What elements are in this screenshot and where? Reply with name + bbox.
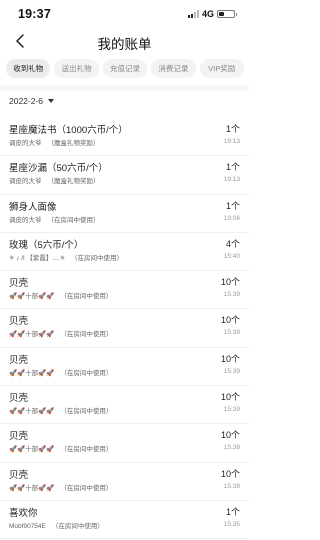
gift-note: （在房间中使用） xyxy=(60,408,113,416)
gift-source: 🚀🚀十部🚀🚀 （在房间中使用） xyxy=(9,328,112,338)
gift-name: 贝壳 xyxy=(9,431,29,443)
list-item[interactable]: 贝壳 🚀🚀十部🚀🚀 （在房间中使用） 10个 15:39 xyxy=(0,271,249,310)
list-item[interactable]: 喜欢你 Mobf90754E （在房间中使用） 1个 15:35 xyxy=(0,501,249,540)
gift-time: 19:06 xyxy=(223,214,240,222)
gift-note: （魔盒礼物奖励） xyxy=(47,140,100,147)
list-item[interactable]: 星座沙漏（50六币/个） 调皮的大爷 （魔盒礼物奖励） 1个 19:13 xyxy=(0,156,249,195)
list-item[interactable]: 星座魔法书（1000六币/个） 调皮的大爷 （魔盒礼物奖励） 1个 19:13 xyxy=(0,118,249,157)
gift-count: 10个 xyxy=(220,468,240,479)
gift-record-list: 星座魔法书（1000六币/个） 调皮的大爷 （魔盒礼物奖励） 1个 19:13 星… xyxy=(0,118,249,540)
sender-name: 🚀🚀十部🚀🚀 xyxy=(9,369,55,377)
gift-name: 贝壳 xyxy=(9,469,29,481)
gift-time: 15:40 xyxy=(223,252,240,260)
gift-time: 15:39 xyxy=(223,406,240,414)
gift-source: 🚀🚀十部🚀🚀 （在房间中使用） xyxy=(9,290,112,300)
gift-note: （在房间中使用） xyxy=(60,369,113,377)
caret-down-icon xyxy=(48,99,55,103)
gift-source: 调皮的大爷 （在房间中使用） xyxy=(9,214,100,224)
gift-time: 19:13 xyxy=(223,138,240,145)
gift-time: 15:38 xyxy=(223,482,240,490)
list-item[interactable]: 玫瑰（5六币/个） ✳︎ ♪ /l 【紫霞】....✳︎ （在房间中使用） 4个 … xyxy=(0,233,249,272)
list-item[interactable]: 贝壳 🚀🚀十部🚀🚀 （在房间中使用） 10个 15:38 xyxy=(0,424,249,463)
gift-time: 15:39 xyxy=(223,367,240,375)
section-divider xyxy=(0,85,249,91)
gift-note: （在房间中使用） xyxy=(60,331,113,339)
list-item[interactable]: 贝壳 🚀🚀十部🚀🚀 （在房间中使用） 10个 15:39 xyxy=(0,309,249,348)
date-filter[interactable]: 2022-2-6 xyxy=(9,95,55,107)
list-item[interactable]: 贝壳 🚀🚀十部🚀🚀 （在房间中使用） 10个 15:39 xyxy=(0,386,249,425)
gift-source: 🚀🚀十部🚀🚀 （在房间中使用） xyxy=(9,482,112,492)
battery-icon xyxy=(217,10,237,18)
gift-time: 15:39 xyxy=(223,329,240,337)
gift-count: 4个 xyxy=(225,238,240,249)
sender-name: Mobf90754E xyxy=(9,522,46,530)
gift-count: 10个 xyxy=(220,353,240,364)
tab-recharge-records[interactable]: 充值记录 xyxy=(102,59,148,78)
gift-note: （在房间中使用） xyxy=(47,216,100,224)
gift-name: 贝壳 xyxy=(9,393,29,405)
signal-icon xyxy=(187,10,199,18)
gift-note: （在房间中使用） xyxy=(60,293,113,301)
sender-name: 🚀🚀十部🚀🚀 xyxy=(9,408,55,416)
sender-name: ✳︎ ♪ /l 【紫霞】....✳︎ xyxy=(9,254,66,262)
gift-time: 15:38 xyxy=(223,444,240,452)
bill-tabs: 收到礼物 送出礼物 充值记录 消费记录 VIP奖励 xyxy=(6,59,245,79)
sender-name: 调皮的大爷 xyxy=(9,140,42,147)
network-type: 4G xyxy=(201,9,214,19)
gift-count: 10个 xyxy=(220,430,240,441)
gift-count: 10个 xyxy=(220,392,240,403)
gift-source: 调皮的大爷 （魔盒礼物奖励） xyxy=(9,137,100,147)
gift-count: 1个 xyxy=(225,162,240,173)
gift-note: （在房间中使用） xyxy=(60,446,113,454)
gift-source: 🚀🚀十部🚀🚀 （在房间中使用） xyxy=(9,367,112,377)
gift-name: 星座魔法书（1000六币/个） xyxy=(9,125,128,136)
sender-name: 调皮的大爷 xyxy=(9,178,42,186)
sender-name: 🚀🚀十部🚀🚀 xyxy=(9,331,55,339)
gift-count: 10个 xyxy=(220,315,240,326)
gift-note: （在房间中使用） xyxy=(71,254,124,262)
tab-sent-gifts[interactable]: 送出礼物 xyxy=(54,59,99,78)
sender-name: 🚀🚀十部🚀🚀 xyxy=(9,446,55,454)
gift-source: Mobf90754E （在房间中使用） xyxy=(9,520,104,530)
gift-name: 贝壳 xyxy=(9,316,29,328)
gift-name: 狮身人面像 xyxy=(9,201,57,213)
gift-note: （在房间中使用） xyxy=(51,522,104,530)
gift-count: 1个 xyxy=(225,200,240,211)
gift-count: 1个 xyxy=(225,124,240,134)
status-time: 19:37 xyxy=(18,7,51,21)
gift-note: （魔盒礼物奖励） xyxy=(47,178,100,186)
tab-vip-rewards[interactable]: VIP奖励 xyxy=(199,59,245,78)
navigation-bar: 我的账单 xyxy=(0,28,249,56)
tab-received-gifts[interactable]: 收到礼物 xyxy=(6,59,51,78)
gift-count: 10个 xyxy=(220,277,240,288)
gift-source: ✳︎ ♪ /l 【紫霞】....✳︎ （在房间中使用） xyxy=(9,252,123,262)
tab-consumption-records[interactable]: 消费记录 xyxy=(151,59,196,78)
gift-source: 🚀🚀十部🚀🚀 （在房间中使用） xyxy=(9,443,112,453)
sender-name: 🚀🚀十部🚀🚀 xyxy=(9,484,55,492)
list-item[interactable]: 狮身人面像 调皮的大爷 （在房间中使用） 1个 19:06 xyxy=(0,195,249,233)
status-bar: 19:37 4G xyxy=(0,0,249,28)
date-filter-value: 2022-2-6 xyxy=(9,96,44,106)
list-item[interactable]: 贝壳 🚀🚀十部🚀🚀 （在房间中使用） 10个 15:39 xyxy=(0,348,249,387)
gift-time: 15:35 xyxy=(223,520,240,528)
gift-source: 调皮的大爷 （魔盒礼物奖励） xyxy=(9,175,100,185)
gift-time: 19:13 xyxy=(223,176,240,184)
status-indicators: 4G xyxy=(187,9,237,19)
gift-name: 贝壳 xyxy=(9,354,29,366)
gift-time: 15:39 xyxy=(223,291,240,299)
gift-name: 玫瑰（5六币/个） xyxy=(9,239,84,251)
list-item[interactable]: 贝壳 🚀🚀十部🚀🚀 （在房间中使用） 10个 15:38 xyxy=(0,463,249,501)
gift-name: 星座沙漏（50六币/个） xyxy=(9,163,108,175)
gift-name: 贝壳 xyxy=(9,278,29,290)
sender-name: 调皮的大爷 xyxy=(9,216,42,224)
gift-name: 喜欢你 xyxy=(9,507,38,519)
sender-name: 🚀🚀十部🚀🚀 xyxy=(9,293,55,301)
page-title: 我的账单 xyxy=(97,37,152,52)
gift-source: 🚀🚀十部🚀🚀 （在房间中使用） xyxy=(9,405,112,415)
gift-count: 1个 xyxy=(225,506,240,517)
gift-note: （在房间中使用） xyxy=(60,484,113,492)
